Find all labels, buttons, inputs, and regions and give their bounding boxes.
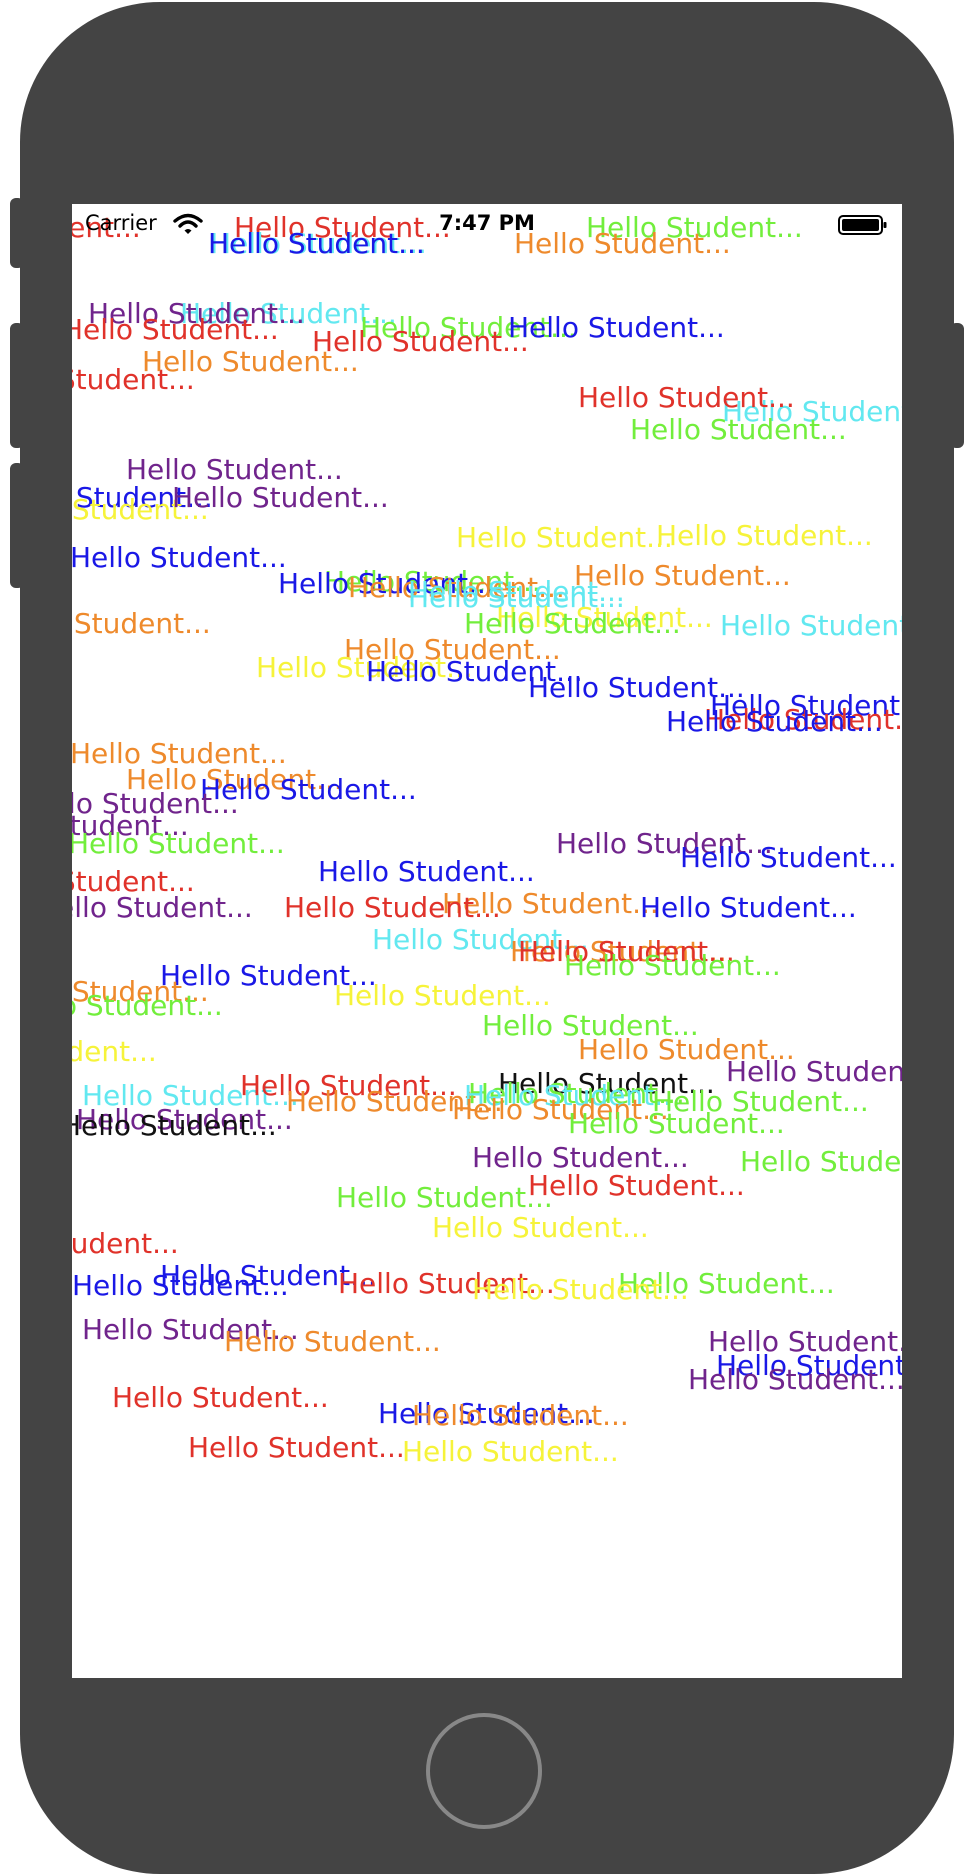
hello-student-label: Hello Student... — [472, 1273, 689, 1306]
hello-student-label: Hello Student... — [142, 345, 359, 378]
hello-student-label: Hello Student... — [402, 1435, 619, 1468]
hello-student-label: Hello Student... — [568, 1107, 785, 1140]
hello-student-label: Hello Student... — [284, 891, 501, 924]
hello-student-label: Hello Student... — [578, 381, 795, 414]
hello-student-label: Hello Student... — [726, 1055, 902, 1088]
hello-student-label: Hello Student... — [640, 891, 857, 924]
status-bar: Carrier 7:47 PM — [72, 204, 902, 244]
hello-student-label: Hello Student... — [72, 1109, 277, 1142]
hello-student-label: Hello Student... — [72, 1227, 179, 1260]
hello-student-label: Hello Student... — [72, 313, 279, 346]
hello-student-label: Hello Student... — [72, 989, 223, 1022]
app-screen: Hello Student...Hello Student...Hello St… — [72, 204, 902, 1678]
hello-student-label: Hello Student... — [188, 1431, 405, 1464]
hello-student-label: Hello Student... — [508, 311, 725, 344]
hello-student-label: Hello Student... — [412, 1399, 629, 1432]
mute-switch[interactable] — [10, 198, 24, 268]
volume-up-button[interactable] — [10, 323, 24, 448]
hello-student-label: Hello Student... — [112, 1381, 329, 1414]
battery-full-icon — [838, 215, 887, 235]
hello-student-label: Hello Student... — [720, 609, 902, 642]
hello-student-label: Hello Student... — [680, 841, 897, 874]
hello-student-label: Hello Student... — [456, 521, 673, 554]
label-canvas: Hello Student...Hello Student...Hello St… — [72, 204, 902, 1678]
hello-student-label: Hello Student... — [72, 827, 285, 860]
hello-student-label: Hello Student... — [656, 519, 873, 552]
status-time: 7:47 PM — [439, 211, 535, 235]
hello-student-label: Hello Student... — [630, 413, 847, 446]
hello-student-label: Hello Student... — [72, 1035, 157, 1068]
hello-student-label: Hello Student... — [72, 541, 287, 574]
volume-down-button[interactable] — [10, 463, 24, 588]
hello-student-label: Hello Student... — [432, 1211, 649, 1244]
hello-student-label: Hello Student... — [72, 1269, 289, 1302]
hello-student-label: Hello Student... — [334, 979, 551, 1012]
hello-student-label: Hello Student... — [224, 1325, 441, 1358]
hello-student-label: Hello Student... — [72, 891, 253, 924]
hello-student-label: Hello Student... — [666, 705, 883, 738]
hello-student-label: Hello Student... — [564, 949, 781, 982]
hello-student-label: Hello Student... — [336, 1181, 553, 1214]
hello-student-label: Hello Student... — [528, 1169, 745, 1202]
home-button[interactable] — [426, 1713, 542, 1829]
hello-student-label: Hello Student... — [688, 1363, 902, 1396]
power-button[interactable] — [950, 323, 964, 448]
hello-student-label: Hello Student... — [318, 855, 535, 888]
hello-student-label: Hello Student... — [72, 607, 211, 640]
hello-student-label: Hello Student... — [172, 481, 389, 514]
hello-student-label: Hello Student... — [740, 1145, 902, 1178]
